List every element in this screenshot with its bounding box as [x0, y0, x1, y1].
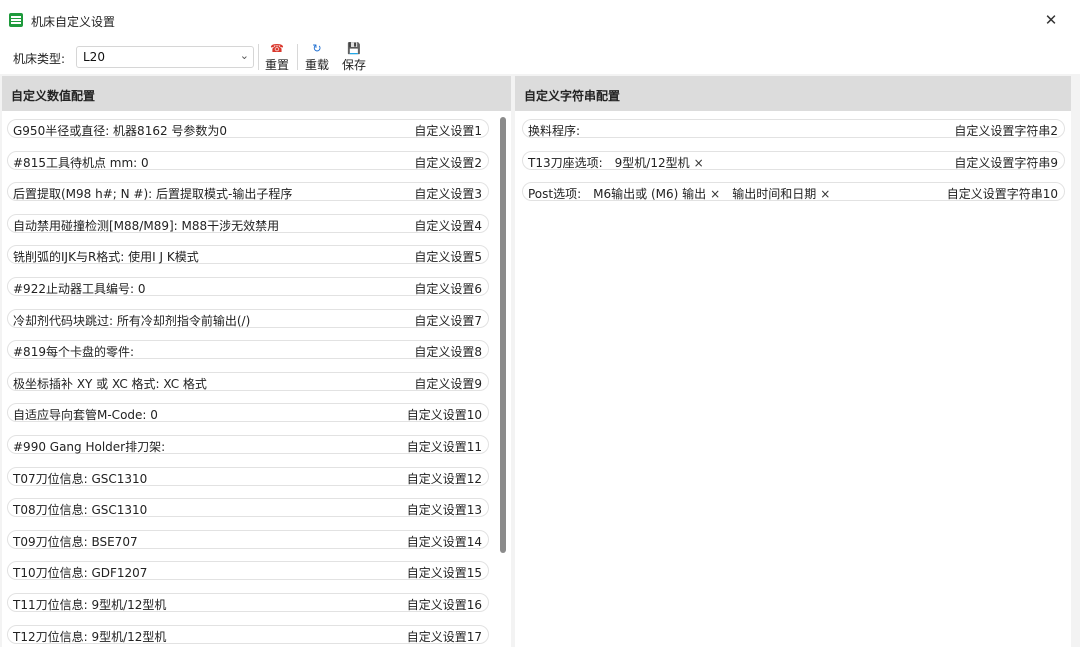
- reload-button[interactable]: ↻ 重载: [303, 42, 331, 72]
- save-button[interactable]: 💾 保存: [340, 42, 368, 72]
- numeric-config-row[interactable]: 铣削弧的IJK与R格式: 使用I J K模式 自定义设置5: [7, 245, 489, 265]
- row-value-text: T10刀位信息: GDF1207: [13, 566, 148, 581]
- numeric-config-row[interactable]: 后置提取(M98 h#; N #): 后置提取模式-输出子程序 自定义设置3: [7, 182, 489, 202]
- machine-type-value: L20: [83, 50, 105, 64]
- reset-icon: ☎: [270, 42, 284, 55]
- reload-icon: ↻: [312, 42, 322, 55]
- row-config-name: 自定义设置10: [406, 408, 482, 423]
- numeric-config-row[interactable]: 自动禁用碰撞检测[M88/M89]: M88干涉无效禁用 自定义设置4: [7, 213, 489, 233]
- row-value-text: T07刀位信息: GSC1310: [13, 471, 148, 486]
- numeric-config-row[interactable]: #815工具待机点 mm: 0 自定义设置2: [7, 150, 489, 170]
- numeric-config-row[interactable]: 极坐标插补 XY 或 XC 格式: XC 格式 自定义设置9: [7, 371, 489, 391]
- numeric-config-row[interactable]: T10刀位信息: GDF1207 自定义设置15: [7, 561, 489, 581]
- row-value-text: T11刀位信息: 9型机/12型机: [13, 598, 167, 612]
- close-button[interactable]: ✕: [1042, 11, 1060, 29]
- numeric-config-row[interactable]: T11刀位信息: 9型机/12型机 自定义设置16: [7, 593, 489, 612]
- string-config-row[interactable]: Post选项: M6输出或 (M6) 输出 × 输出时间和日期 × 自定义设置字符串10: [522, 182, 1065, 202]
- title-bar: 机床自定义设置 ✕: [0, 0, 1080, 40]
- row-config-name: 自定义设置13: [406, 503, 482, 518]
- reload-label: 重载: [304, 58, 329, 72]
- row-config-name: 自定义设置15: [406, 566, 482, 581]
- app-icon: [9, 13, 23, 27]
- row-label-text: 换料程序:: [528, 122, 580, 139]
- string-config-row[interactable]: 换料程序: 自定义设置字符串2: [522, 119, 1065, 138]
- numeric-config-row[interactable]: #990 Gang Holder排刀架: 自定义设置11: [7, 435, 489, 454]
- row-config-name: 自定义设置2: [414, 155, 482, 170]
- chevron-down-icon: ⌄: [239, 49, 249, 62]
- row-value-text: T09刀位信息: BSE707: [13, 534, 138, 549]
- numeric-config-row[interactable]: #922止动器工具编号: 0 自定义设置6: [7, 277, 489, 296]
- numeric-config-row[interactable]: G950半径或直径: 机器8162 号参数为0 自定义设置1: [7, 119, 489, 138]
- toolbar: 机床类型: L20 ⌄ ☎ 重置 ↻ 重载 💾 保存: [0, 40, 1080, 74]
- row-label-text: T13刀座选项: 9型机/12型机 ×: [528, 154, 704, 171]
- row-config-name: 自定义设置字符串2: [954, 124, 1058, 138]
- row-config-name: 自定义设置9: [414, 376, 482, 391]
- numeric-config-row[interactable]: T08刀位信息: GSC1310 自定义设置13: [7, 498, 489, 518]
- string-config-header: 自定义字符串配置: [515, 76, 1071, 111]
- numeric-config-row[interactable]: T07刀位信息: GSC1310 自定义设置12: [7, 466, 489, 486]
- row-config-name: 自定义设置12: [406, 471, 482, 486]
- numeric-config-row[interactable]: T09刀位信息: BSE707 自定义设置14: [7, 529, 489, 549]
- selected-tag: M6输出或 (M6) 输出: [593, 187, 707, 202]
- window-title: 机床自定义设置: [31, 15, 116, 29]
- row-config-name: 自定义设置16: [406, 598, 482, 612]
- toolbar-divider: [297, 44, 298, 70]
- row-label: Post选项:: [528, 187, 582, 202]
- row-value-text: #990 Gang Holder排刀架:: [13, 440, 166, 454]
- save-label: 保存: [341, 58, 366, 72]
- row-value-text: 自动禁用碰撞检测[M88/M89]: M88干涉无效禁用: [13, 218, 280, 233]
- numeric-config-row[interactable]: #819每个卡盘的零件: 自定义设置8: [7, 340, 489, 360]
- reset-button[interactable]: ☎ 重置: [263, 42, 291, 72]
- row-value-text: 自适应导向套管M-Code: 0: [13, 408, 158, 423]
- numeric-config-header: 自定义数值配置: [2, 76, 511, 111]
- toolbar-divider: [258, 44, 259, 70]
- remove-tag-icon[interactable]: ×: [694, 156, 704, 170]
- row-value-text: G950半径或直径: 机器8162 号参数为0: [13, 124, 228, 138]
- row-config-name: 自定义设置3: [414, 187, 482, 202]
- row-config-name: 自定义设置14: [406, 534, 482, 549]
- row-config-name: 自定义设置字符串9: [954, 155, 1058, 170]
- row-value-text: 后置提取(M98 h#; N #): 后置提取模式-输出子程序: [13, 187, 293, 202]
- row-value-text: T08刀位信息: GSC1310: [13, 503, 148, 518]
- numeric-config-row[interactable]: T12刀位信息: 9型机/12型机 自定义设置17: [7, 624, 489, 644]
- row-config-name: 自定义设置字符串10: [946, 187, 1058, 202]
- machine-type-label: 机床类型:: [13, 52, 66, 66]
- numeric-panel-scrollbar[interactable]: [500, 117, 506, 553]
- row-config-name: 自定义设置17: [406, 629, 482, 644]
- row-value-text: #815工具待机点 mm: 0: [13, 155, 149, 170]
- row-label: T13刀座选项:: [528, 155, 603, 170]
- reset-label: 重置: [264, 58, 289, 72]
- row-label: 换料程序:: [528, 124, 581, 138]
- row-value-text: #819每个卡盘的零件:: [13, 345, 135, 360]
- row-config-name: 自定义设置7: [414, 313, 482, 328]
- row-config-name: 自定义设置1: [414, 124, 482, 138]
- remove-tag-icon[interactable]: ×: [710, 187, 720, 201]
- machine-type-select[interactable]: L20 ⌄: [76, 46, 254, 68]
- row-config-name: 自定义设置11: [406, 440, 482, 454]
- remove-tag-icon[interactable]: ×: [820, 187, 830, 201]
- row-value-text: 冷却剂代码块跳过: 所有冷却剂指令前输出(/): [13, 313, 251, 328]
- row-config-name: 自定义设置5: [414, 250, 482, 265]
- selected-tag: 9型机/12型机: [614, 155, 690, 170]
- numeric-config-row[interactable]: 自适应导向套管M-Code: 0 自定义设置10: [7, 403, 489, 423]
- row-config-name: 自定义设置4: [414, 218, 482, 233]
- row-value-text: T12刀位信息: 9型机/12型机: [13, 629, 167, 644]
- row-value-text: 铣削弧的IJK与R格式: 使用I J K模式: [13, 250, 199, 265]
- row-config-name: 自定义设置8: [414, 345, 482, 360]
- row-value-text: 极坐标插补 XY 或 XC 格式: XC 格式: [13, 376, 207, 391]
- string-config-row[interactable]: T13刀座选项: 9型机/12型机 × 自定义设置字符串9: [522, 150, 1065, 171]
- selected-tag: 输出时间和日期: [732, 187, 817, 202]
- row-label-text: Post选项: M6输出或 (M6) 输出 × 输出时间和日期 ×: [528, 185, 830, 202]
- row-value-text: #922止动器工具编号: 0: [13, 282, 146, 296]
- save-icon: 💾: [347, 42, 361, 55]
- numeric-config-row[interactable]: 冷却剂代码块跳过: 所有冷却剂指令前输出(/) 自定义设置7: [7, 308, 489, 328]
- row-config-name: 自定义设置6: [414, 282, 482, 296]
